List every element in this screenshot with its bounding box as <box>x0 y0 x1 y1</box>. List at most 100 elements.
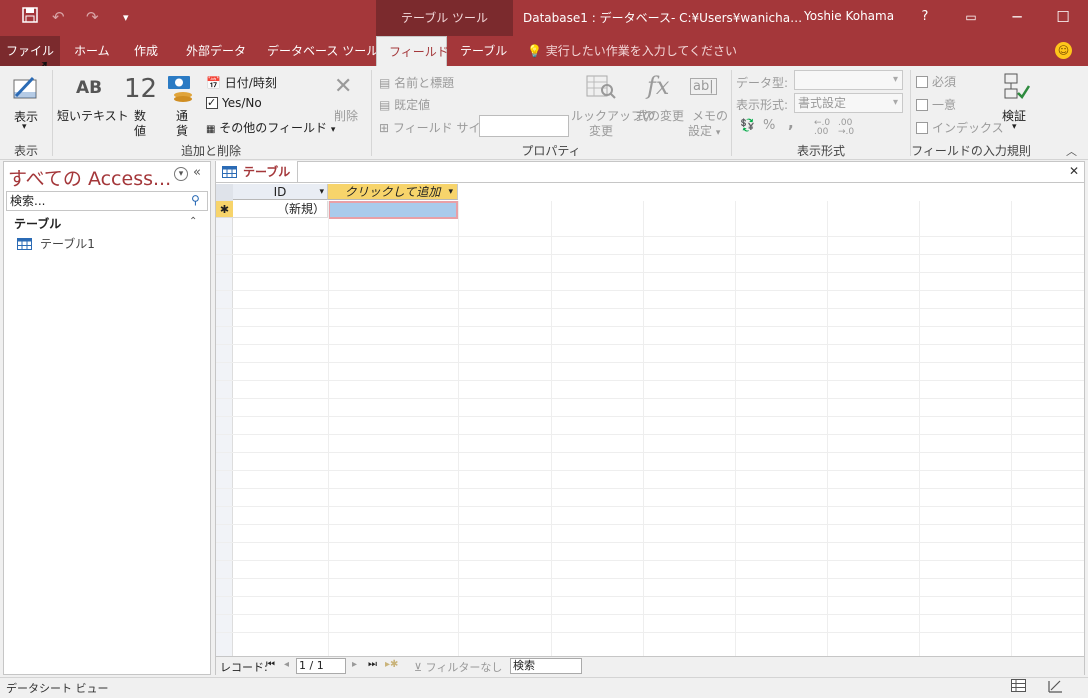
yes-no-button[interactable]: Yes/No <box>206 96 262 110</box>
document-tab-table1[interactable]: テーブル1 <box>216 161 298 201</box>
new-record-icon[interactable]: ▸✱ <box>385 659 398 670</box>
help-button[interactable]: ? <box>902 0 948 36</box>
nav-pane-title[interactable]: すべての Access... <box>8 164 171 191</box>
group-label-add-delete: 追加と削除 <box>180 144 241 158</box>
table-icon <box>17 238 32 250</box>
calendar-icon: 📅 <box>206 76 221 90</box>
datasheet-view-icon[interactable] <box>1011 679 1026 695</box>
feedback-smiley-icon[interactable]: ☺ <box>1055 42 1072 59</box>
save-icon[interactable] <box>22 7 38 27</box>
currency-format-icon[interactable]: 💱 <box>740 118 755 132</box>
design-view-icon[interactable] <box>1048 679 1063 696</box>
required-checkbox[interactable]: 必須 <box>916 73 956 90</box>
name-caption-icon: ▤ <box>379 76 391 90</box>
checkbox-icon <box>916 99 928 111</box>
nav-item-table1[interactable]: テーブル1 <box>17 235 95 252</box>
percent-format-button[interactable]: % <box>763 118 775 133</box>
group-label-view: 表示 <box>13 144 38 158</box>
tab-home[interactable]: ホーム <box>62 36 122 66</box>
ribbon-display-button[interactable]: ▭ <box>948 0 994 36</box>
tab-create[interactable]: 作成 <box>122 36 170 66</box>
group-label-validation: フィールドの入力規則 <box>911 144 1031 158</box>
indexed-checkbox[interactable]: インデックス <box>916 119 1004 136</box>
display-format-select[interactable]: 書式設定 <box>794 93 903 113</box>
tab-external-data[interactable]: 外部データ <box>174 36 258 66</box>
shutter-bar-close-icon[interactable]: « <box>193 165 201 180</box>
record-search-input[interactable]: 検索 <box>510 658 582 674</box>
expression-icon: fx <box>647 72 670 100</box>
datasheet-grid[interactable]: ID ▾ クリックして追加 ▾ ✱ （新規） <box>216 184 1084 656</box>
date-time-label: 日付/時刻 <box>224 76 277 90</box>
view-icon <box>10 72 42 108</box>
nav-search-input[interactable]: 検索... <box>6 191 208 211</box>
data-type-select[interactable] <box>794 70 903 90</box>
separator <box>216 182 1084 183</box>
currency-button-line2[interactable]: 貨 <box>176 122 188 139</box>
record-navigation-bar <box>216 656 1084 675</box>
tell-me-text: 実行したい作業を入力してください <box>545 44 738 58</box>
currency-icon <box>167 74 197 107</box>
default-value-button[interactable]: ▤ 既定値 <box>379 96 430 113</box>
next-record-icon[interactable]: ▸ <box>352 659 357 670</box>
redo-icon[interactable]: ↷ <box>86 8 99 26</box>
modify-expression-button[interactable]: 式の変更 <box>636 107 684 124</box>
tell-me-box[interactable]: 💡 実行したい作業を入力してください <box>527 36 737 66</box>
name-caption-button[interactable]: ▤ 名前と標題 <box>379 74 454 91</box>
checkbox-icon <box>916 122 928 134</box>
short-text-icon: AB <box>76 78 103 98</box>
last-record-icon[interactable]: ⏭ <box>368 659 377 670</box>
window-title: Database1 : データベース- C:¥Users¥wanicha… <box>523 11 803 25</box>
collapse-ribbon-icon[interactable]: ︿ <box>1066 143 1077 159</box>
modify-lookups-button-line2[interactable]: 変更 <box>589 122 613 139</box>
short-text-button[interactable]: 短いテキスト <box>57 107 129 124</box>
data-type-label: データ型: <box>736 76 789 90</box>
undo-icon[interactable]: ↶ <box>52 8 65 26</box>
close-window-button[interactable] <box>1042 0 1088 36</box>
tab-database-tools[interactable]: データベース ツール <box>255 36 390 66</box>
more-fields-label: その他のフィールド <box>219 121 328 135</box>
more-fields-button[interactable]: ▦ その他のフィールド ▾ <box>206 119 335 136</box>
minimize-button[interactable]: ─ <box>994 0 1040 36</box>
previous-record-icon[interactable]: ◂ <box>284 659 289 670</box>
validation-icon <box>1003 72 1031 105</box>
display-format-label: 表示形式: <box>736 98 789 112</box>
tab-fields[interactable]: フィールド <box>376 36 449 66</box>
unique-checkbox[interactable]: 一意 <box>916 96 956 113</box>
new-record-add-cell[interactable] <box>328 201 458 219</box>
status-text: データシート ビュー <box>6 682 109 695</box>
field-size-label: ⊞ フィールド サイズ <box>379 121 493 135</box>
decrease-decimals-button[interactable]: .00 →.0 <box>838 119 854 137</box>
user-name[interactable]: Yoshie Kohama <box>804 9 894 23</box>
tab-file[interactable]: ファイル <box>0 36 60 66</box>
number-button-line2[interactable]: 値 <box>134 122 146 139</box>
yes-no-label: Yes/No <box>222 96 262 110</box>
new-record-marker[interactable]: ✱ <box>216 201 233 218</box>
checkbox-icon <box>916 76 928 88</box>
field-size-input[interactable] <box>479 115 569 137</box>
delete-button[interactable]: 削除 <box>334 107 358 124</box>
nav-group-header[interactable]: テーブル <box>14 215 61 232</box>
close-document-icon[interactable]: ✕ <box>1069 164 1079 178</box>
column-header-id[interactable]: ID ▾ <box>233 184 328 200</box>
nav-item-label: テーブル1 <box>40 237 95 251</box>
column-header-click-to-add[interactable]: クリックして追加 ▾ <box>328 184 458 200</box>
current-record-input[interactable]: 1 / 1 <box>296 658 346 674</box>
select-all-cell[interactable] <box>216 184 233 201</box>
filter-status[interactable]: ⊻ フィルターなし <box>414 659 502 675</box>
comma-format-button[interactable]: , <box>788 114 794 132</box>
validation-dropdown-icon[interactable]: ▾ <box>1012 122 1017 132</box>
collapse-group-icon[interactable]: ⌃ <box>189 216 197 227</box>
tab-table[interactable]: テーブル <box>448 36 519 66</box>
increase-decimals-button[interactable]: ←.0.00 <box>814 119 830 137</box>
date-time-button[interactable]: 📅 日付/時刻 <box>206 74 277 91</box>
first-record-icon[interactable]: ⏮ <box>266 659 275 670</box>
filter-label: フィルターなし <box>425 661 503 674</box>
customize-qat-icon[interactable]: ▾ <box>123 11 129 24</box>
memo-settings-button-line2[interactable]: 設定 ▾ <box>688 122 720 139</box>
search-icon[interactable]: ⚲ <box>191 193 200 207</box>
view-dropdown-icon[interactable]: ▾ <box>22 122 27 132</box>
new-record-id-cell[interactable]: （新規） <box>233 201 328 218</box>
record-selector-column <box>216 218 233 656</box>
nav-menu-dropdown-icon[interactable]: ▾ <box>174 167 188 181</box>
status-bar <box>0 677 1088 698</box>
